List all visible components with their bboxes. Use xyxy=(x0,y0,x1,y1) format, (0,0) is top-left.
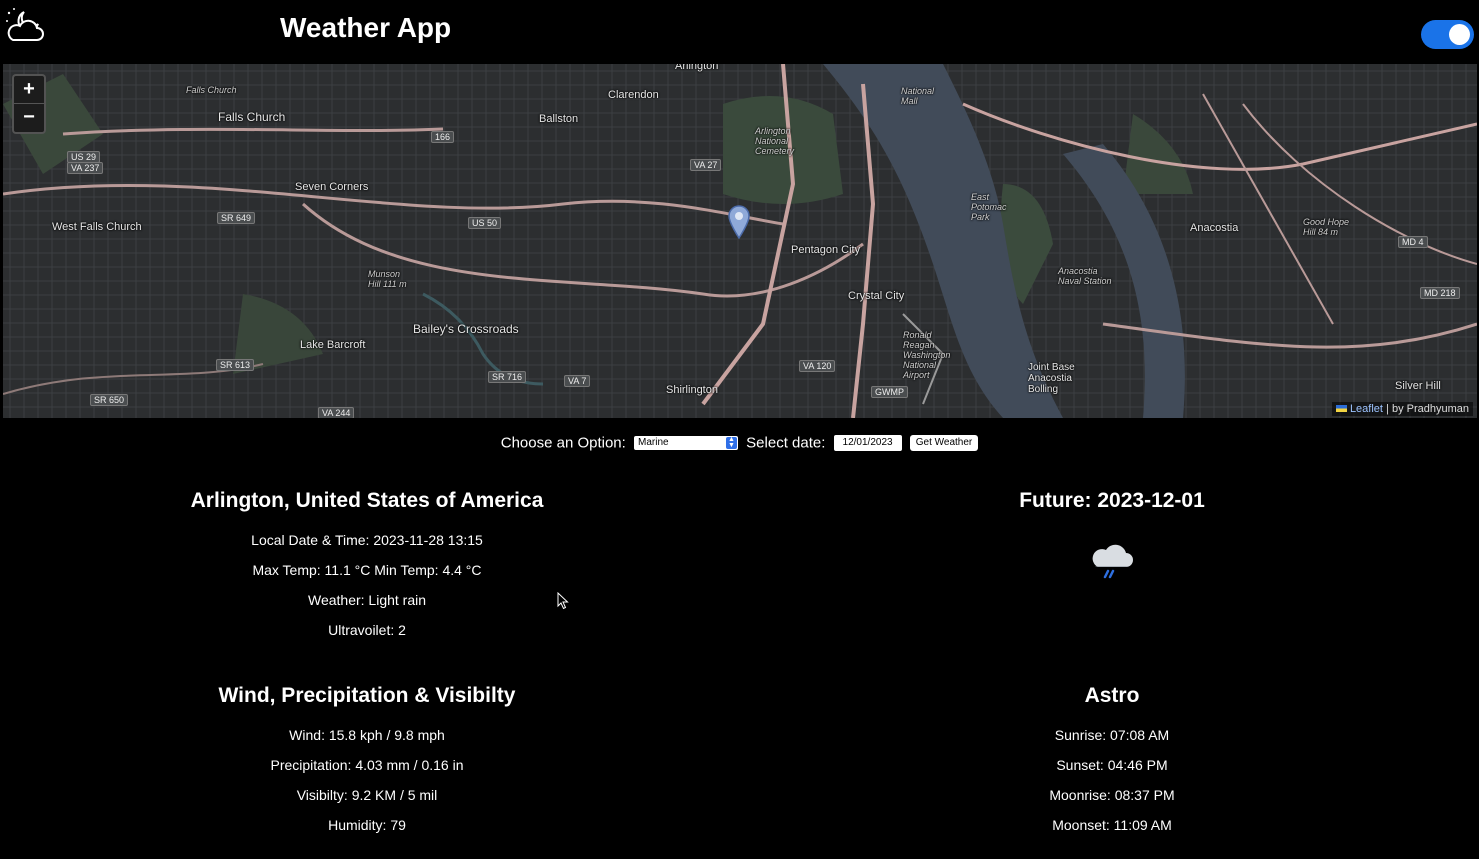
route-shield: SR 613 xyxy=(216,359,255,371)
map-label: National Mall xyxy=(901,86,935,106)
map-label: Munson Hill 111 m xyxy=(368,269,407,289)
get-weather-button[interactable]: Get Weather xyxy=(909,435,979,452)
route-shield: 166 xyxy=(431,131,455,143)
leaflet-link[interactable]: Leaflet xyxy=(1350,403,1383,415)
map-label: Anacostia Naval Station xyxy=(1058,266,1112,286)
route-shield: VA 7 xyxy=(564,375,591,387)
local-time: Local Date & Time: 2023-11-28 13:15 xyxy=(251,532,483,548)
date-input[interactable]: 12/01/2023 xyxy=(833,435,902,452)
app-header: Weather App xyxy=(0,0,1479,64)
select-arrows-icon: ▲ ▼ xyxy=(726,436,737,450)
wind-precip-panel: Wind, Precipitation & Visibilty Wind: 15… xyxy=(107,684,627,840)
map-label: West Falls Church xyxy=(52,221,142,233)
map-label: Crystal City xyxy=(848,290,905,302)
map-label: Ronald Reagan Washington National Airpor… xyxy=(903,330,951,380)
option-select-value: Marine xyxy=(638,437,669,449)
humidity: Humidity: 79 xyxy=(328,817,406,833)
route-shield: VA 120 xyxy=(799,360,836,372)
precipitation: Precipitation: 4.03 mm / 0.16 in xyxy=(270,757,464,773)
astro-heading: Astro xyxy=(1084,684,1140,707)
app-title: Weather App xyxy=(280,12,452,43)
temperatures: Max Temp: 11.1 °C Min Temp: 4.4 °C xyxy=(252,562,482,578)
moonrise: Moonrise: 08:37 PM xyxy=(1049,787,1175,803)
map-label: Bailey's Crossroads xyxy=(413,322,519,336)
controls-bar: Choose an Option: Marine ▲ ▼ Select date:… xyxy=(0,434,1479,452)
route-shield: SR 649 xyxy=(217,212,256,224)
map-label: Clarendon xyxy=(608,89,659,101)
current-weather-panel: Arlington, United States of America Loca… xyxy=(107,489,627,645)
visibility: Visibilty: 9.2 KM / 5 mil xyxy=(296,787,438,803)
route-shield: SR 650 xyxy=(90,394,129,406)
route-shield: VA 237 xyxy=(67,162,104,174)
option-select[interactable]: Marine ▲ ▼ xyxy=(634,436,738,451)
route-shield: VA 244 xyxy=(318,407,355,418)
map-label: Ballston xyxy=(539,113,579,125)
map-label: Lake Barcroft xyxy=(300,339,366,351)
map-label: Seven Corners xyxy=(295,181,369,193)
theme-toggle[interactable] xyxy=(1421,20,1474,49)
flag-icon xyxy=(1335,405,1347,412)
wind: Wind: 15.8 kph / 9.8 mph xyxy=(289,727,445,743)
map-label: Falls Church xyxy=(186,85,237,95)
route-shield: MD 218 xyxy=(1420,287,1460,299)
map-label: Arlington xyxy=(675,64,719,72)
light-rain-cloud-icon xyxy=(1092,544,1133,579)
location-heading: Arlington, United States of America xyxy=(190,489,544,512)
details-heading: Wind, Precipitation & Visibilty xyxy=(218,684,516,707)
map-label: Shirlington xyxy=(666,384,718,396)
mouse-cursor-icon xyxy=(557,592,569,610)
uv-index: Ultravoilet: 2 xyxy=(328,622,406,638)
map-label: East Potomac Park xyxy=(971,192,1007,222)
map-label: Arlington National Cemetery xyxy=(755,126,795,156)
map-attribution: Leaflet | by Pradhyuman xyxy=(1331,402,1473,416)
date-label: Select date: xyxy=(746,434,826,452)
partly-cloudy-night-icon xyxy=(6,8,44,41)
route-shield: MD 4 xyxy=(1398,236,1428,248)
map-label: Good Hope Hill 84 m xyxy=(1303,217,1350,237)
route-shield: GWMP xyxy=(871,386,908,398)
sunrise: Sunrise: 07:08 AM xyxy=(1054,727,1170,743)
sunset: Sunset: 04:46 PM xyxy=(1056,757,1168,773)
moonset: Moonset: 11:09 AM xyxy=(1052,817,1172,833)
map[interactable]: + − Arlington Clarendon Ballston Falls C… xyxy=(3,64,1477,418)
route-shield: US 50 xyxy=(468,217,502,229)
weather-condition: Weather: Light rain xyxy=(307,592,427,608)
route-shield: VA 27 xyxy=(690,159,722,171)
future-heading: Future: 2023-12-01 xyxy=(1019,489,1205,512)
toggle-knob xyxy=(1449,24,1470,45)
future-panel: Future: 2023-12-01 xyxy=(852,489,1372,583)
location-marker-icon[interactable] xyxy=(728,205,750,239)
option-label: Choose an Option: xyxy=(500,434,626,452)
zoom-out-button[interactable]: − xyxy=(14,103,44,131)
route-shield: SR 716 xyxy=(488,371,527,383)
attribution-text: | by Pradhyuman xyxy=(1386,403,1469,415)
map-label: Anacostia xyxy=(1190,222,1239,234)
map-label: Joint Base Anacostia Bolling xyxy=(1028,362,1075,395)
map-label: Silver Hill xyxy=(1395,380,1441,392)
zoom-control: + − xyxy=(12,74,46,134)
map-label: Pentagon City xyxy=(791,244,861,256)
zoom-in-button[interactable]: + xyxy=(14,76,44,103)
map-label: Falls Church xyxy=(218,110,286,124)
astro-panel: Astro Sunrise: 07:08 AM Sunset: 04:46 PM… xyxy=(852,684,1372,840)
